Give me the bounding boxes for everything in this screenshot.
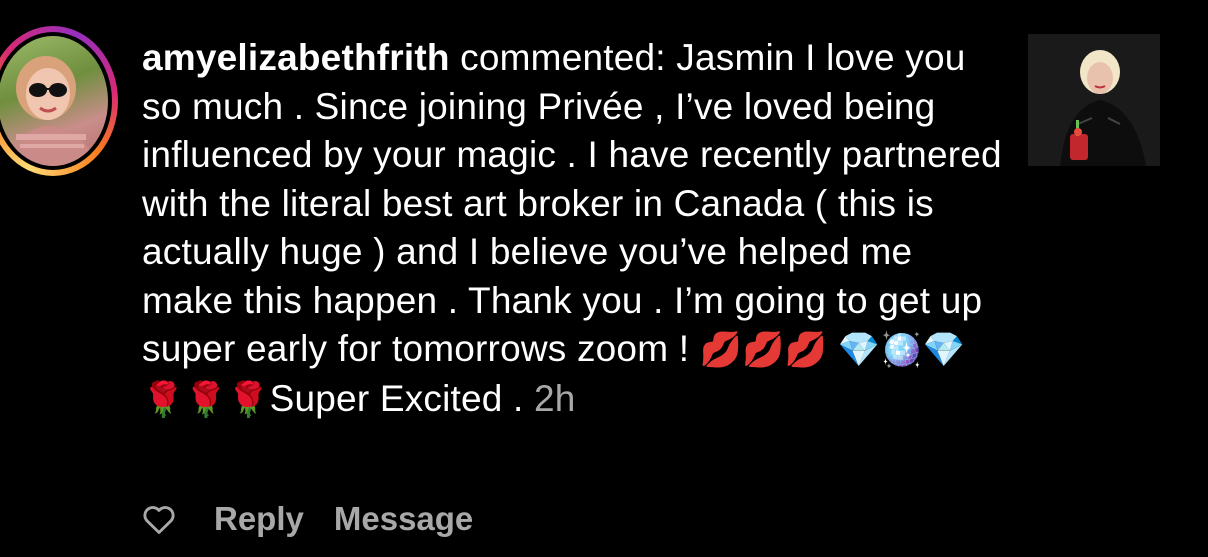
- comment-timestamp: 2h: [534, 377, 576, 419]
- post-thumbnail[interactable]: [1028, 34, 1160, 166]
- comment-actions: Reply Message: [140, 500, 473, 538]
- comment-username[interactable]: amyelizabethfrith: [142, 37, 450, 78]
- avatar-gap: [0, 32, 112, 170]
- avatar-photo: [8, 56, 98, 166]
- avatar[interactable]: [0, 36, 108, 166]
- post-photo: [1028, 34, 1160, 166]
- reply-button[interactable]: Reply: [214, 500, 304, 538]
- comment-emojis-kiss: 💋💋💋: [699, 331, 828, 369]
- heart-icon[interactable]: [140, 500, 178, 538]
- comment-action: commented:: [449, 37, 677, 78]
- comment-text-end: Super Excited .: [269, 377, 534, 419]
- message-button[interactable]: Message: [334, 500, 473, 538]
- avatar-story-ring[interactable]: [0, 26, 118, 176]
- comment-body: amyelizabethfrith commented: Jasmin I lo…: [142, 34, 1002, 424]
- comment-text: Jasmin I love you so much . Since joinin…: [142, 37, 1002, 369]
